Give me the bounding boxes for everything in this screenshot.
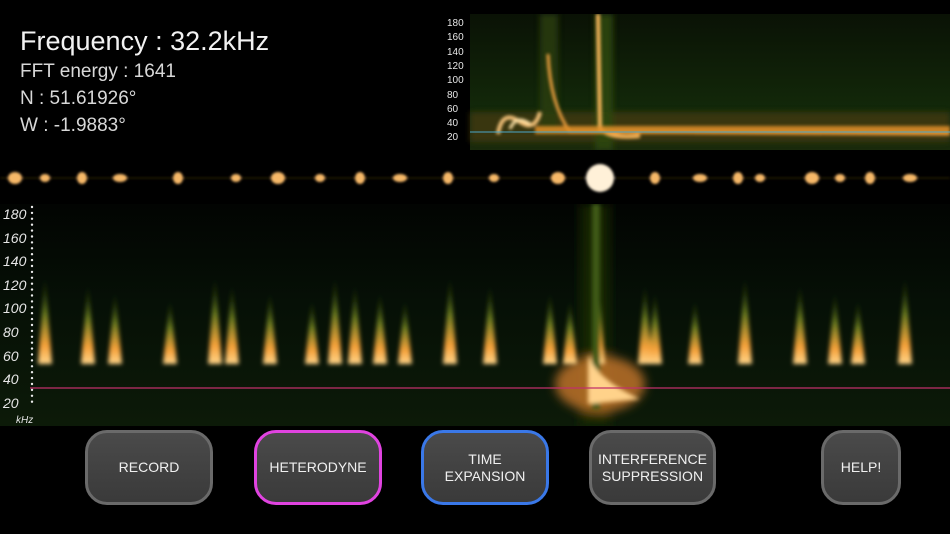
longitude-readout: W : -1.9883°	[20, 115, 126, 136]
help-label: HELP!	[840, 459, 882, 475]
waveform-burst	[489, 174, 499, 182]
waveform-burst	[113, 174, 127, 182]
zoom-axis-tick: 180	[447, 18, 464, 29]
axis-dot	[30, 247, 34, 250]
axis-dot	[30, 394, 34, 397]
waveform-burst	[650, 172, 660, 184]
waveform-burst	[835, 174, 845, 182]
waveform-burst	[865, 172, 875, 184]
axis-dot	[30, 365, 34, 368]
axis-dot	[30, 264, 34, 268]
waveform-burst	[586, 164, 614, 192]
axis-dot	[30, 211, 34, 215]
heterodyne-label: HETERODYNE	[269, 459, 367, 475]
zoom-axis-tick: 100	[447, 75, 464, 87]
waveform-burst	[315, 174, 325, 182]
zoom-axis-tick: 20	[447, 132, 459, 144]
readout-panel: Frequency : 32.2kHz FFT energy : 1641 N …	[20, 24, 269, 139]
waveform-burst	[551, 172, 565, 184]
axis-dot	[30, 306, 34, 309]
zoom-axis-tick: 160	[447, 32, 464, 44]
axis-dot	[30, 205, 34, 209]
waveform-burst	[755, 174, 765, 182]
main-axis-tick: 140	[3, 253, 27, 270]
main-axis-tick: 100	[3, 300, 27, 317]
waveform-burst	[40, 174, 50, 182]
axis-dot	[30, 347, 34, 350]
axis-dot	[30, 376, 34, 380]
waveform-burst	[271, 172, 285, 184]
axis-dot	[30, 335, 34, 338]
waveform-burst	[8, 172, 22, 184]
zoom-spectrogram	[470, 14, 950, 150]
main-background	[0, 204, 950, 426]
main-axis-tick: 80	[3, 324, 19, 340]
axis-dot	[30, 300, 34, 303]
axis-dot	[30, 270, 34, 274]
main-axis-tick: 40	[3, 371, 19, 388]
zoom-frequency-axis: 180 160 140 120 100 80 60 40 20	[440, 14, 480, 150]
axis-dot	[30, 253, 34, 256]
axis-dot	[30, 229, 34, 232]
waveform-burst	[173, 172, 183, 184]
main-axis-tick: 160	[3, 229, 27, 246]
main-axis-tick: 120	[3, 276, 27, 293]
frequency-unit-label: kHz	[16, 415, 34, 426]
frequency-readout: Frequency : 32.2kHz	[20, 26, 270, 56]
latitude-readout: N : 51.61926°	[20, 88, 137, 109]
waveform-burst	[733, 172, 743, 184]
waveform-burst	[355, 172, 365, 184]
record-button[interactable]: RECORD	[85, 430, 213, 505]
time-expansion-button[interactable]: TIME EXPANSION	[421, 430, 549, 505]
axis-dot	[30, 400, 34, 403]
axis-dot	[30, 223, 34, 226]
zoom-axis-tick: 120	[447, 60, 464, 72]
axis-dot	[30, 329, 34, 333]
axis-dot	[30, 388, 34, 392]
axis-dot	[30, 276, 34, 279]
main-axis-tick: 20	[3, 394, 19, 411]
axis-dot	[30, 382, 34, 386]
axis-dot	[30, 353, 34, 356]
axis-dot	[30, 217, 34, 220]
fft-energy-readout: FFT energy : 1641	[20, 61, 176, 82]
interference-suppression-label: INTERFERENCE SUPPRESSION	[598, 450, 707, 484]
zoom-axis-tick: 140	[447, 46, 464, 58]
axis-dot	[30, 288, 34, 291]
axis-dots	[30, 205, 34, 403]
axis-dot	[30, 258, 34, 262]
interference-suppression-button[interactable]: INTERFERENCE SUPPRESSION	[589, 430, 716, 505]
main-axis-tick: 180	[3, 206, 27, 222]
main-spectrogram	[0, 204, 950, 426]
waveform-burst	[231, 174, 241, 182]
axis-dot	[30, 235, 34, 238]
heterodyne-button[interactable]: HETERODYNE	[254, 430, 382, 505]
waveform-burst	[805, 172, 819, 184]
record-label: RECORD	[118, 459, 180, 475]
axis-dot	[30, 323, 34, 327]
waveform-burst	[393, 174, 407, 182]
axis-dot	[30, 282, 34, 285]
axis-dot	[30, 359, 34, 362]
zoom-axis-tick: 40	[447, 118, 459, 130]
waveform-burst	[443, 172, 453, 184]
help-button[interactable]: HELP!	[821, 430, 901, 505]
time-expansion-label: TIME EXPANSION	[444, 450, 526, 484]
waveform-burst	[693, 174, 707, 182]
waveform-burst	[77, 172, 87, 184]
waveform-burst	[903, 174, 917, 182]
axis-dot	[30, 317, 34, 321]
axis-dot	[30, 294, 34, 297]
axis-dot	[30, 341, 34, 344]
main-axis-tick: 60	[3, 347, 19, 364]
axis-dot	[30, 371, 34, 374]
zoom-axis-tick: 60	[447, 103, 459, 115]
waveform-strip	[0, 164, 950, 192]
zoom-axis-tick: 80	[447, 89, 459, 101]
axis-dot	[30, 241, 34, 244]
axis-dot	[30, 312, 34, 315]
